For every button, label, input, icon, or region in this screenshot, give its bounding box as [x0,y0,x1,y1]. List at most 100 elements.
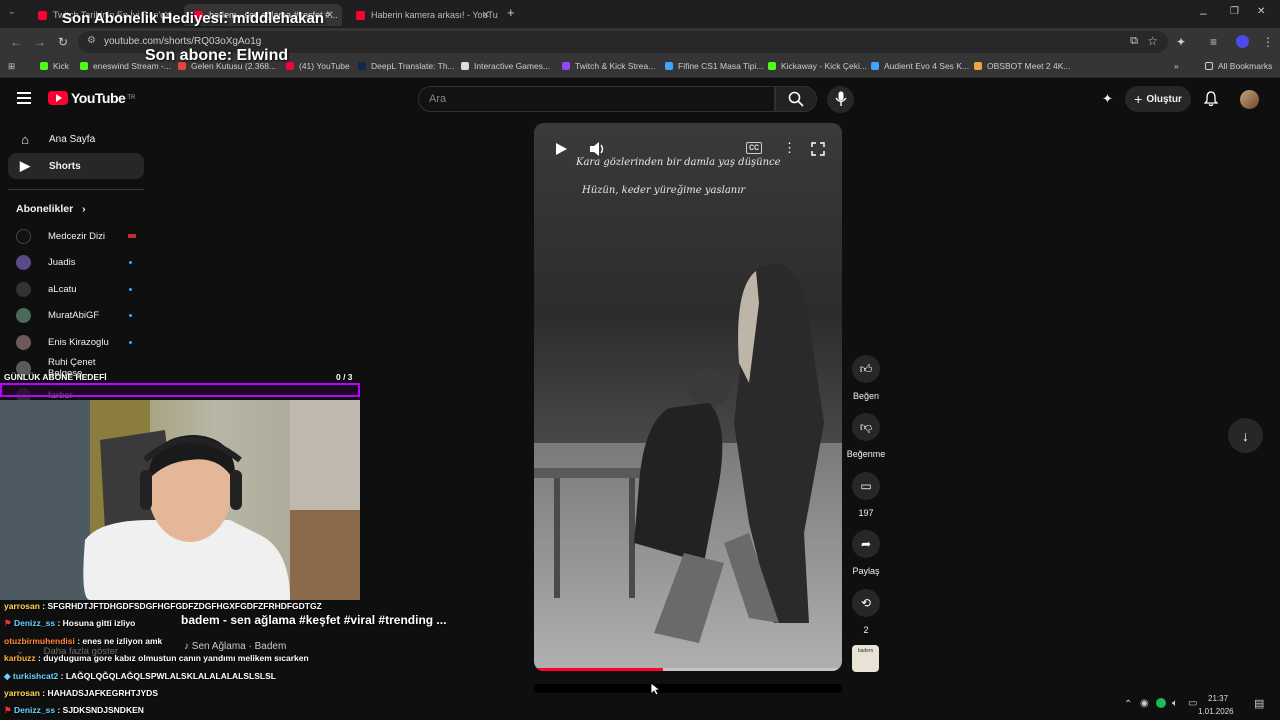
sound-thumbnail[interactable]: badem [852,645,879,672]
chat-message: karbuzz : duyduguma gore kabız olmustun … [4,653,309,663]
notifications-bell-icon[interactable] [1204,91,1218,107]
notifications-tray-icon[interactable]: ▤ [1254,697,1264,710]
bookmark-obsbot[interactable]: OBSBOT Meet 2 4K... [974,61,1070,71]
bookmark-star-icon[interactable]: ☆ [1147,34,1158,48]
subscription-item[interactable]: Enis Kirazoglu [16,332,136,352]
share-button[interactable]: ➦ Paylaş [846,530,886,576]
channel-avatar [16,307,31,323]
chat-text: : duyduguma gore kabız olmustun canın ya… [35,653,309,663]
tab-search-icon[interactable]: ⌄ [8,6,16,17]
play-icon[interactable] [554,142,568,156]
video-progress-bar[interactable] [534,668,842,671]
chat-text: : HAHADSJAFKEGRHTJYDS [39,688,158,698]
voice-search-button[interactable] [827,86,854,113]
window-close-icon[interactable]: ✕ [1257,6,1265,17]
more-bookmarks-chevron-icon[interactable]: » [1174,61,1179,71]
more-options-icon[interactable]: ⋮ [783,140,796,156]
subscriptions-heading[interactable]: Abonelikler › [16,203,86,215]
network-tray-icon[interactable]: ▭ [1188,698,1197,709]
next-short-button[interactable]: ↓ [1228,418,1263,453]
gemini-sparkle-icon[interactable]: ✦ [1102,91,1113,107]
thumbs-down-icon: 👎︎ [852,413,880,441]
account-avatar[interactable] [1240,90,1259,109]
sidebar-item-shorts[interactable]: ▶ Shorts [8,153,144,179]
shorts-icon: ▶ [20,158,30,173]
video-info-strip [534,684,842,693]
remix-icon: ⟲ [852,589,880,617]
forward-arrow-icon[interactable]: → [34,35,46,49]
bookmark-fifine[interactable]: Fifine CS1 Masa Tipi... [665,61,764,71]
install-app-icon[interactable]: ⧉ [1130,35,1138,48]
system-tray: ⌃ ◉ 🔈︎ ▭ 21:37 1.01.2026 ▤ [1120,690,1280,720]
clock-date[interactable]: 1.01.2026 [1198,707,1234,716]
chevron-right-icon: › [82,203,86,215]
sidebar-item-home[interactable]: ⌂ Ana Sayfa [8,126,144,152]
like-button[interactable]: 👍︎ Beğen [846,355,886,401]
bookmark-youtube[interactable]: (41) YouTube [286,61,350,71]
sidebar-item-label: Shorts [49,160,81,172]
extensions-icon[interactable]: ✦ [1176,35,1186,49]
bookmark-kickaway[interactable]: Kickaway - Kick Çeki... [768,61,867,71]
chat-username: Denizz_ss [13,705,56,715]
short-video-player[interactable]: Kara gözlerinden bir damla yaş düşünce H… [534,123,842,671]
search-input[interactable]: Ara [418,86,775,112]
remix-button[interactable]: ⟲ 2 [846,589,886,635]
channel-avatar [16,334,31,350]
new-content-dot [129,340,132,344]
clock-time[interactable]: 21:37 [1208,694,1228,703]
spotify-tray-icon[interactable] [1156,698,1166,708]
bookmark-label: OBSBOT Meet 2 4K... [987,61,1071,71]
new-tab-plus-icon[interactable]: + [507,5,515,20]
fullscreen-icon[interactable] [811,142,825,156]
youtube-favicon-icon [38,10,47,20]
media-control-icon[interactable]: ≡ [1210,35,1217,49]
more-menu-icon[interactable]: ⋮ [1262,35,1274,49]
webcam-person-image [0,400,360,600]
apps-grid-icon[interactable]: ⊞ [8,61,15,72]
close-icon[interactable]: ✕ [326,10,334,21]
bookmark-twitch-kick[interactable]: Twitch & Kick Strea... [562,61,655,71]
bookmark-label: Fifine CS1 Masa Tipi... [678,61,764,71]
back-arrow-icon[interactable]: ← [10,35,22,49]
all-bookmarks-folder[interactable]: All Bookmarks [1205,61,1272,71]
minimize-icon[interactable]: – [1200,6,1207,20]
bookmark-kick[interactable]: Kick [40,61,69,71]
channel-avatar [16,254,31,270]
bookmark-deepl[interactable]: DeepL Translate: Th... [358,61,455,71]
subscriber-badge-icon: ◆ [4,671,13,681]
discord-tray-icon[interactable]: ◉ [1140,698,1149,709]
close-icon[interactable]: ✕ [482,10,490,21]
hamburger-menu-icon[interactable] [17,92,31,107]
subscriptions-title: Abonelikler [16,203,74,215]
tab-3[interactable]: Haberin kamera arkası! - YouTu... ✕ [346,4,498,26]
daily-goal-label: GÜNLÜK ABONE HEDEFİ [4,372,107,382]
subscription-item[interactable]: MuratAbiGF [16,305,136,325]
bookmark-label: Kick [53,61,70,71]
subscription-label: Medcezir Dizi [48,230,106,242]
bookmark-audient[interactable]: Audient Evo 4 Ses K... [871,61,969,71]
reload-icon[interactable]: ↻ [58,35,68,49]
share-label: Paylaş [852,566,880,576]
chat-text: : enes ne izliyon amk [74,636,163,646]
sidebar-divider [8,189,144,190]
tab-3-label: Haberin kamera arkası! - YouTu... [371,10,498,20]
volume-tray-icon[interactable]: 🔈︎ [1172,698,1178,709]
subscription-item[interactable]: Medcezir Dizi [16,226,136,246]
dislike-button[interactable]: 👎︎ Beğenme [846,413,886,459]
subscription-item[interactable]: Juadis [16,252,136,272]
sound-thumbnail-label: badem [857,648,874,654]
comments-button[interactable]: ▭ 197 [846,472,886,518]
all-bookmarks-label: All Bookmarks [1218,61,1273,71]
search-button[interactable] [775,86,817,112]
profile-avatar-icon[interactable] [1236,35,1249,48]
youtube-logo[interactable]: YouTube TR [48,90,135,106]
volume-icon[interactable] [589,141,605,157]
bookmark-interactive-games[interactable]: Interactive Games... [461,61,550,71]
create-button[interactable]: + Oluştur [1125,86,1191,112]
restore-icon[interactable]: ❐ [1230,6,1239,17]
new-content-dot [129,260,132,264]
subscription-item[interactable]: aLcatu [16,279,136,299]
tray-chevron-up-icon[interactable]: ⌃ [1124,699,1132,710]
site-info-icon[interactable]: ⚙ [87,35,96,46]
captions-icon[interactable]: cc [746,142,762,154]
